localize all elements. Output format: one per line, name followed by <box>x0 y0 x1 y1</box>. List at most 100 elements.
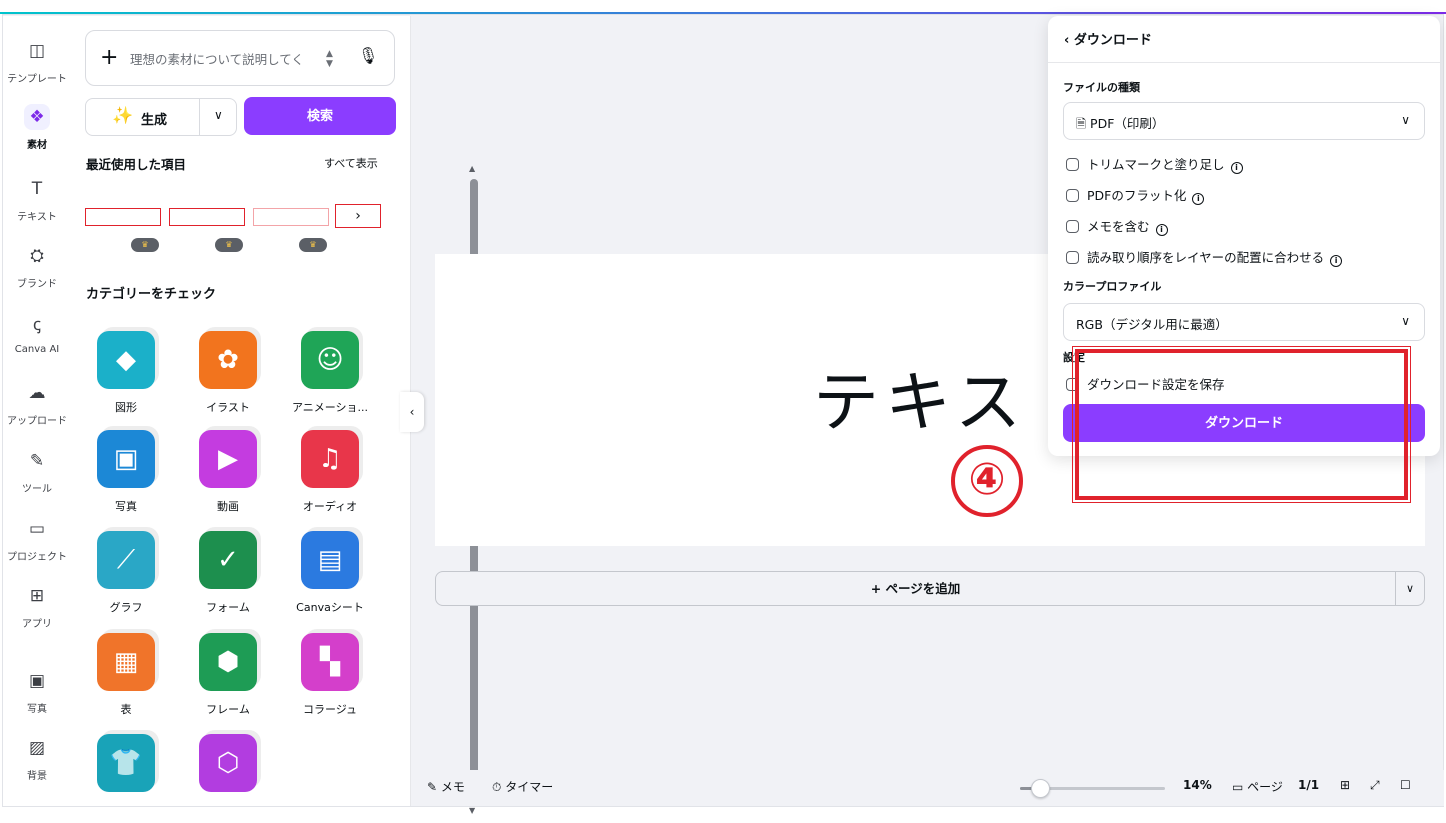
rail-item[interactable]: ꞔ Canva AI <box>3 312 71 355</box>
rail-item[interactable]: ▣ 写真 <box>3 668 71 715</box>
rail-item-label: アプリ <box>22 619 52 630</box>
category-tile: ▶ <box>199 430 257 488</box>
option-checkbox[interactable] <box>1066 251 1079 264</box>
category-item[interactable]: ✿ イラスト <box>178 331 278 415</box>
category-item[interactable]: ▚ コラージュ <box>280 633 380 717</box>
rail-item-label: テキスト <box>17 212 57 223</box>
zoom-value[interactable]: 14% <box>1183 778 1212 792</box>
rail-item[interactable]: ⊞ アプリ <box>3 583 71 630</box>
download-option[interactable]: メモを含む i <box>1066 216 1168 236</box>
rail-item-label: Canva AI <box>14 344 60 355</box>
download-option[interactable]: PDFのフラット化 i <box>1066 185 1205 205</box>
rail-item[interactable]: ◫ テンプレート <box>3 38 71 85</box>
category-item[interactable]: ⬡ <box>178 734 278 802</box>
notes-button[interactable]: ✎ メモ <box>427 778 465 795</box>
document-icon: 🗎 <box>1076 116 1091 131</box>
color-profile-title: カラープロファイル <box>1063 280 1162 293</box>
rail-item[interactable]: ❖ 素材 <box>3 104 71 151</box>
category-item[interactable]: ⬢ フレーム <box>178 633 278 717</box>
category-item[interactable]: 👕 <box>76 734 176 802</box>
fullscreen-icon[interactable]: ⤢ <box>1370 778 1380 793</box>
download-option[interactable]: トリムマークと塗り足し i <box>1066 154 1243 174</box>
side-rail: ◫ テンプレート ❖ 素材 T テキスト ⛭ ブランド ꞔ Canva AI ☁ アップロード ✎ ツール… <box>3 16 71 806</box>
element-search-input[interactable] <box>130 47 320 71</box>
upload-icon: ☁ <box>28 383 46 403</box>
category-label: Canvaシート <box>296 601 364 614</box>
search-button[interactable]: 検索 <box>244 97 396 135</box>
chevron-right-icon[interactable]: › <box>335 204 381 228</box>
option-checkbox[interactable] <box>1066 189 1079 202</box>
text-icon: T <box>31 179 43 199</box>
divider <box>199 99 200 135</box>
category-label: 動画 <box>217 500 239 513</box>
category-title: カテゴリーをチェック <box>86 287 217 302</box>
element-search-box[interactable]: + ▲▼ 🎙 <box>85 30 395 86</box>
option-checkbox[interactable] <box>1066 220 1079 233</box>
3d-icon: ⬡ <box>216 748 240 778</box>
rail-item[interactable]: T テキスト <box>3 176 71 223</box>
grid-view-icon[interactable]: ⊞ <box>1340 778 1350 792</box>
see-all-link[interactable]: すべて表示 <box>324 155 378 171</box>
category-item[interactable]: ◆ 図形 <box>76 331 176 415</box>
chevron-down-icon[interactable]: ∨ <box>1395 571 1425 606</box>
crown-icon: ♛ <box>299 238 327 252</box>
recent-item[interactable] <box>253 208 329 226</box>
chevron-left-icon: ‹ <box>1064 33 1074 48</box>
collapse-panel-button[interactable]: ‹ <box>400 392 424 432</box>
download-option[interactable]: 読み取り順序をレイヤーの配置に合わせる i <box>1066 247 1343 267</box>
crown-icon: ♛ <box>131 238 159 252</box>
scroll-down-icon[interactable]: ▼ <box>469 806 475 815</box>
animation-icon: ☺ <box>316 345 344 375</box>
file-type-value: 🗎 PDF（印刷） <box>1076 116 1165 131</box>
rail-item[interactable]: ⛭ ブランド <box>3 243 71 290</box>
category-item[interactable]: ✓ フォーム <box>178 531 278 615</box>
info-icon[interactable]: i <box>1230 162 1243 174</box>
crown-icon: ♛ <box>215 238 243 252</box>
category-item[interactable]: ▶ 動画 <box>178 430 278 514</box>
info-icon[interactable]: i <box>1155 224 1168 236</box>
category-item[interactable]: ▣ 写真 <box>76 430 176 514</box>
tool-icon: ✎ <box>29 451 45 471</box>
recent-item[interactable] <box>169 208 245 226</box>
category-label: イラスト <box>206 401 250 414</box>
photo-category-icon: ▣ <box>113 444 139 474</box>
rail-item[interactable]: ✎ ツール <box>3 448 71 495</box>
category-tile: ▣ <box>97 430 155 488</box>
category-tile: 👕 <box>97 734 155 792</box>
info-icon[interactable]: i <box>1330 255 1343 267</box>
back-button[interactable]: ‹ ダウンロード <box>1064 29 1152 48</box>
pages-button[interactable]: ▭ ページ <box>1232 778 1283 795</box>
file-type-select[interactable]: 🗎 PDF（印刷） ∨ <box>1063 102 1425 140</box>
assistant-icon[interactable]: ☐ <box>1400 778 1411 792</box>
rail-item[interactable]: ▨ 背景 <box>3 735 71 782</box>
category-tile: ♫ <box>301 430 359 488</box>
color-profile-select[interactable]: RGB（デジタル用に最適） ∨ <box>1063 303 1425 341</box>
zoom-slider[interactable] <box>1020 779 1165 798</box>
plus-icon[interactable]: + <box>100 45 118 71</box>
category-item[interactable]: ▦ 表 <box>76 633 176 717</box>
category-item[interactable]: ⟋ グラフ <box>76 531 176 615</box>
add-page-button[interactable]: + ページを追加 <box>435 571 1396 606</box>
category-item[interactable]: ▤ Canvaシート <box>280 531 380 615</box>
timer-button[interactable]: ⏱ タイマー <box>492 778 553 795</box>
recent-item[interactable] <box>85 208 161 226</box>
generate-button[interactable]: ✨ 生成 ∨ <box>85 98 237 136</box>
microphone-icon[interactable]: 🎙 <box>358 46 378 65</box>
rail-item[interactable]: ☁ アップロード <box>3 380 71 427</box>
zoom-slider-handle[interactable] <box>1031 779 1051 798</box>
chevron-down-icon[interactable]: ∨ <box>214 108 223 122</box>
info-icon[interactable]: i <box>1192 193 1205 205</box>
option-checkbox[interactable] <box>1066 158 1079 171</box>
option-label: 読み取り順序をレイヤーの配置に合わせる <box>1087 250 1325 265</box>
scroll-up-icon[interactable]: ▲ <box>469 164 475 173</box>
rail-item[interactable]: ▭ プロジェクト <box>3 516 71 563</box>
elements-panel: + ▲▼ 🎙 ✨ 生成 ∨ 検索 最近使用した項目 すべて表示 › ♛ ♛ ♛ … <box>71 16 478 815</box>
category-tile: ◆ <box>97 331 155 389</box>
elements-icon: ❖ <box>24 104 50 130</box>
category-item[interactable]: ☺ アニメーショ... <box>280 331 380 415</box>
category-item[interactable]: ♫ オーディオ <box>280 430 380 514</box>
expand-stepper-icon[interactable]: ▲ ▼ <box>326 49 333 69</box>
illustration-icon: ✿ <box>217 345 239 375</box>
template-icon: ◫ <box>28 41 46 61</box>
video-icon: ▶ <box>218 444 238 474</box>
